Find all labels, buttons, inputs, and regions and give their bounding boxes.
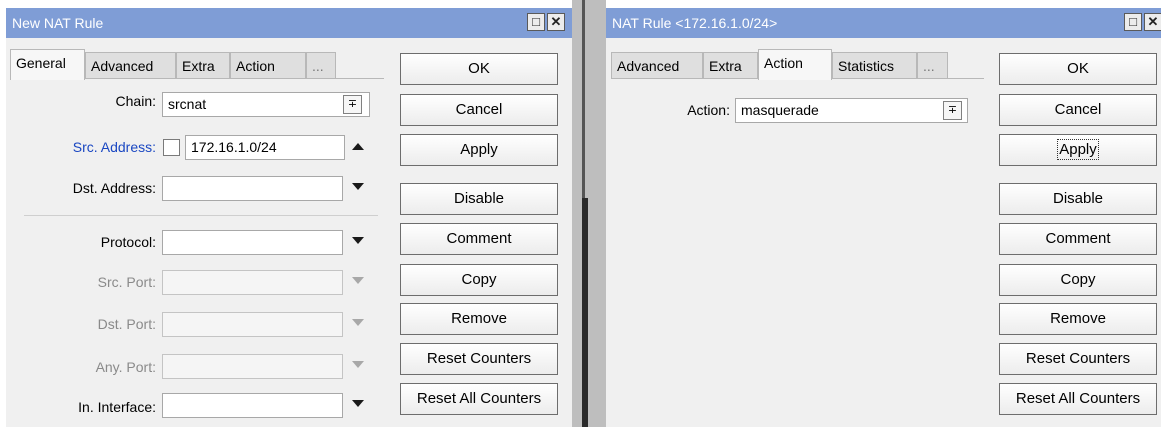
apply-button[interactable]: Apply [400,134,558,166]
apply-label: Apply [1057,139,1099,160]
chain-dropdown-icon[interactable]: ∓ [343,95,362,114]
nat-rule-window: NAT Rule <172.16.1.0/24> □ ✕ Advanced Ex… [606,8,1161,427]
tab-advanced[interactable]: Advanced [85,52,176,79]
ok-button[interactable]: OK [999,53,1157,85]
apply-button[interactable]: Apply [999,134,1157,166]
action-label: Action: [687,102,730,118]
tab-extra[interactable]: Extra [703,52,758,79]
reset-counters-label: Reset Counters [1025,350,1131,367]
in-interface-expand-icon[interactable] [352,400,364,407]
reset-all-counters-button[interactable]: Reset All Counters [999,383,1157,415]
cancel-button[interactable]: Cancel [400,94,558,126]
action-panel [611,78,984,427]
remove-label: Remove [451,310,507,327]
dst-address-input[interactable] [162,176,343,201]
src-port-label: Src. Port: [97,274,156,290]
title-bar[interactable]: New NAT Rule □ ✕ [6,8,572,38]
tab-extra[interactable]: Extra [176,52,230,79]
close-icon[interactable]: ✕ [547,13,565,31]
close-icon[interactable]: ✕ [1144,13,1161,31]
disable-button[interactable]: Disable [999,183,1157,215]
copy-label: Copy [1060,271,1096,288]
action-select[interactable]: masquerade [735,98,968,123]
dst-port-input[interactable] [162,312,343,337]
ok-button[interactable]: OK [400,53,558,85]
tab-action[interactable]: Action [758,49,832,80]
copy-button[interactable]: Copy [999,264,1157,296]
protocol-input[interactable] [162,230,343,255]
remove-label: Remove [1050,310,1106,327]
any-port-input[interactable] [162,354,343,379]
remove-button[interactable]: Remove [400,303,558,335]
tab-action[interactable]: Action [230,52,306,79]
comment-label: Comment [446,230,512,247]
expand-down-icon[interactable] [352,183,364,190]
cancel-label: Cancel [1054,101,1102,118]
src-address-input[interactable]: 172.16.1.0/24 [185,135,345,160]
any-port-expand-icon [352,361,364,368]
tab-statistics[interactable]: Statistics [832,52,917,79]
disable-label: Disable [453,190,505,207]
maximize-icon[interactable]: □ [1124,13,1142,31]
window-title: New NAT Rule [12,15,104,31]
cancel-button[interactable]: Cancel [999,94,1157,126]
disable-button[interactable]: Disable [400,183,558,215]
tab-advanced[interactable]: Advanced [611,52,703,79]
protocol-label: Protocol: [100,234,156,250]
action-dropdown-icon[interactable]: ∓ [943,101,962,120]
protocol-expand-icon[interactable] [352,237,364,244]
separator [24,215,378,216]
chain-label: Chain: [115,93,156,109]
chain-select[interactable]: srcnat [162,92,370,117]
in-interface-label: In. Interface: [78,399,156,415]
remove-button[interactable]: Remove [999,303,1157,335]
window-gap [572,0,606,427]
src-address-label: Src. Address: [72,139,156,155]
comment-button[interactable]: Comment [999,223,1157,255]
dst-port-label: Dst. Port: [97,316,156,332]
copy-button[interactable]: Copy [400,264,558,296]
maximize-icon[interactable]: □ [527,13,545,31]
reset-counters-button[interactable]: Reset Counters [400,343,558,375]
dst-port-expand-icon [352,319,364,326]
in-interface-input[interactable] [162,393,343,418]
ok-label: OK [1067,60,1089,77]
src-port-input[interactable] [162,270,343,295]
scrollbar-thumb[interactable] [582,198,588,427]
disable-label: Disable [1052,190,1104,207]
reset-counters-button[interactable]: Reset Counters [999,343,1157,375]
src-address-invert-checkbox[interactable] [163,139,180,156]
window-title: NAT Rule <172.16.1.0/24> [612,15,778,31]
collapse-up-icon[interactable] [352,143,364,150]
tab-general[interactable]: General [10,49,85,80]
reset-all-counters-button[interactable]: Reset All Counters [400,383,558,415]
reset-all-counters-label: Reset All Counters [416,390,542,407]
cancel-label: Cancel [455,101,503,118]
tab-more[interactable]: ... [306,52,336,79]
tab-more[interactable]: ... [917,52,948,79]
comment-button[interactable]: Comment [400,223,558,255]
any-port-label: Any. Port: [95,359,156,375]
title-bar[interactable]: NAT Rule <172.16.1.0/24> □ ✕ [606,8,1161,38]
apply-label: Apply [460,141,498,158]
dst-address-label: Dst. Address: [72,180,156,196]
comment-label: Comment [1045,230,1111,247]
src-port-expand-icon [352,277,364,284]
reset-counters-label: Reset Counters [426,350,532,367]
reset-all-counters-label: Reset All Counters [1015,390,1141,407]
ok-label: OK [468,60,490,77]
new-nat-rule-window: New NAT Rule □ ✕ General Advanced Extra … [6,8,572,427]
copy-label: Copy [461,271,497,288]
